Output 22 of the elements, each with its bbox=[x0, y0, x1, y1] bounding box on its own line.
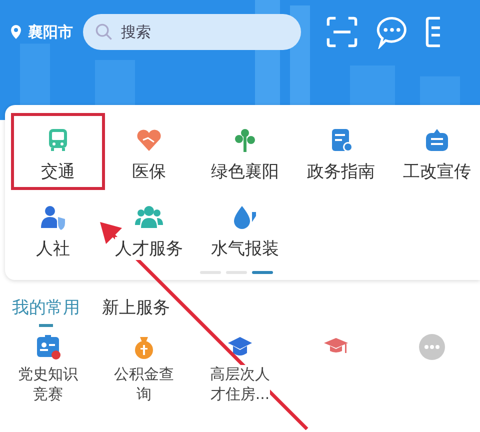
scan-icon[interactable] bbox=[325, 15, 359, 49]
tab[interactable]: 我的常用 bbox=[12, 296, 80, 329]
service-item[interactable]: 工改宣传 bbox=[389, 113, 480, 190]
service-item[interactable]: 人才服务 bbox=[101, 190, 197, 267]
tab[interactable]: 新上服务 bbox=[102, 296, 170, 329]
badge-card-icon bbox=[34, 333, 62, 361]
more-icon bbox=[418, 333, 446, 361]
person-shield-icon bbox=[39, 203, 67, 231]
service-item[interactable]: 绿色襄阳 bbox=[197, 113, 293, 190]
switch-icon[interactable] bbox=[425, 15, 440, 49]
service-item[interactable]: 人社 bbox=[5, 190, 101, 267]
service-item[interactable]: 政务指南 bbox=[293, 113, 389, 190]
page-indicator[interactable] bbox=[252, 271, 273, 274]
message-icon[interactable] bbox=[375, 15, 409, 49]
search-field[interactable]: 搜索 bbox=[83, 14, 301, 50]
service-item[interactable]: 公积金查询 bbox=[114, 365, 174, 404]
service-item[interactable]: 党史知识竞赛 bbox=[18, 365, 78, 404]
people-icon bbox=[135, 203, 163, 231]
location-pin-icon bbox=[10, 24, 22, 40]
service-item[interactable]: 交通 bbox=[11, 113, 105, 190]
service-item[interactable]: 高层次人才住房... bbox=[210, 365, 270, 404]
service-item[interactable]: 水气报装 bbox=[197, 190, 293, 267]
